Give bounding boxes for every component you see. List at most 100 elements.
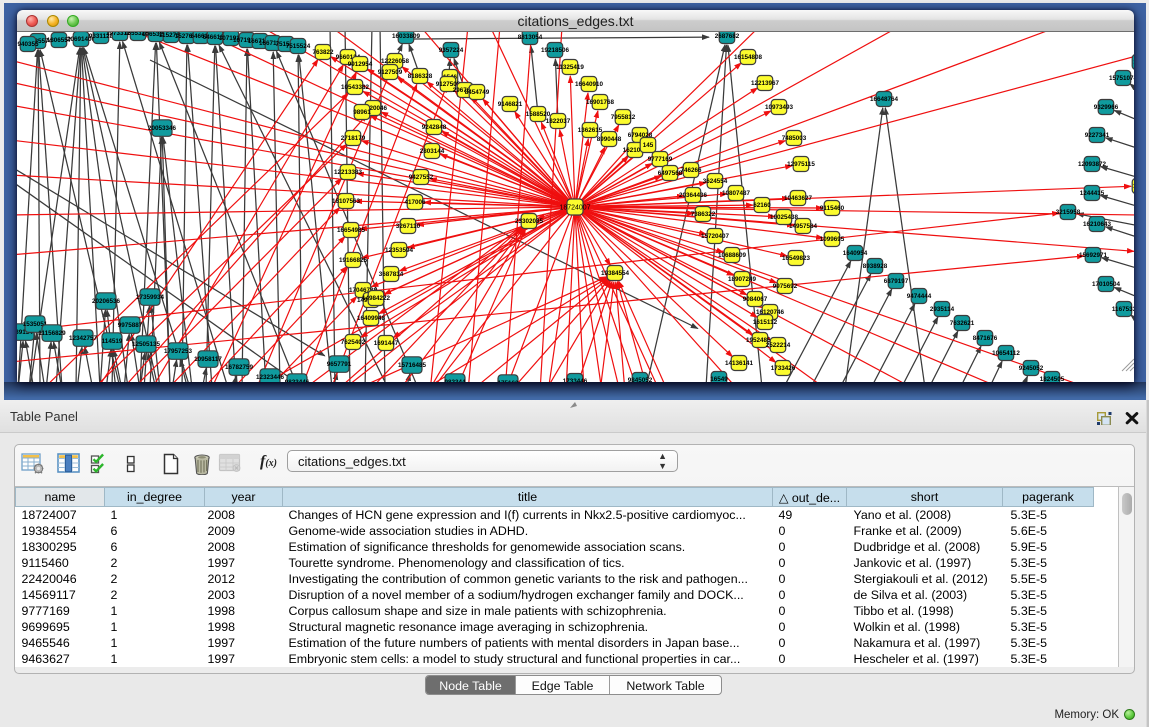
svg-text:10973493: 10973493	[765, 104, 794, 111]
svg-text:9245052: 9245052	[1019, 365, 1044, 372]
svg-text:2803144: 2803144	[420, 148, 445, 155]
svg-text:10463627: 10463627	[784, 195, 813, 202]
svg-text:1588520: 1588520	[526, 111, 551, 118]
svg-text:12323446: 12323446	[256, 374, 285, 381]
svg-text:1733446: 1733446	[563, 378, 588, 382]
svg-text:1733426: 1733426	[771, 365, 796, 372]
svg-text:9777169: 9777169	[648, 156, 673, 163]
svg-text:16549: 16549	[710, 376, 728, 382]
svg-text:9357224: 9357224	[439, 47, 464, 54]
svg-text:9975692: 9975692	[773, 283, 798, 290]
svg-text:16648764: 16648764	[870, 96, 899, 103]
svg-text:15716485: 15716485	[398, 362, 427, 369]
svg-text:12975115: 12975115	[787, 161, 815, 168]
svg-text:9823446: 9823446	[285, 379, 310, 382]
svg-text:1244415: 1244415	[1080, 190, 1105, 197]
svg-text:9084067: 9084067	[743, 296, 768, 303]
svg-text:10025438: 10025438	[770, 214, 799, 221]
svg-text:9127509: 9127509	[378, 69, 403, 76]
svg-text:7485003: 7485003	[782, 135, 807, 142]
svg-text:10654112: 10654112	[992, 350, 1020, 357]
svg-text:763822: 763822	[312, 49, 334, 56]
svg-text:940355: 940355	[17, 41, 39, 48]
svg-text:8990448: 8990448	[597, 136, 622, 143]
svg-text:982344: 982344	[444, 379, 466, 382]
svg-text:7625402: 7625402	[341, 339, 366, 346]
svg-text:3267110: 3267110	[396, 223, 421, 230]
svg-text:19166825: 19166825	[339, 257, 368, 264]
svg-text:9975887: 9975887	[118, 322, 143, 329]
svg-text:1691447: 1691447	[374, 340, 399, 347]
svg-text:20053346: 20053346	[148, 125, 177, 132]
svg-text:12505135: 12505135	[132, 341, 161, 348]
svg-text:6879197: 6879197	[884, 278, 909, 285]
svg-text:16654985: 16654985	[337, 227, 366, 234]
svg-text:3687834: 3687834	[379, 271, 404, 278]
svg-text:9657791: 9657791	[327, 361, 352, 368]
svg-text:12213383: 12213383	[334, 169, 363, 176]
svg-text:3624554: 3624554	[703, 178, 728, 185]
svg-text:1112: 1112	[1133, 59, 1134, 66]
svg-text:8454749: 8454749	[465, 89, 490, 96]
svg-text:7632621: 7632621	[950, 320, 975, 327]
svg-text:98961: 98961	[353, 109, 371, 116]
svg-text:15751074: 15751074	[1109, 75, 1134, 82]
svg-text:16782759: 16782759	[225, 364, 254, 371]
svg-text:1824505: 1824505	[1040, 376, 1065, 382]
svg-text:1640954: 1640954	[843, 250, 868, 257]
svg-text:14136141: 14136141	[725, 360, 754, 367]
svg-text:2718179: 2718179	[341, 135, 366, 142]
svg-text:9242848: 9242848	[422, 124, 447, 131]
svg-text:6497568: 6497568	[658, 170, 683, 177]
svg-text:20206536: 20206536	[92, 298, 121, 305]
svg-text:14984222: 14984222	[362, 295, 391, 302]
svg-text:12093872: 12093872	[1078, 161, 1107, 168]
svg-text:3215958: 3215958	[1056, 209, 1081, 216]
svg-text:9329966: 9329966	[1094, 104, 1119, 111]
svg-text:7515524: 7515524	[286, 43, 311, 50]
svg-text:9912954: 9912954	[348, 61, 373, 68]
svg-text:12353594: 12353594	[385, 247, 414, 254]
svg-text:16549823: 16549823	[782, 255, 811, 262]
svg-text:2687682: 2687682	[715, 33, 740, 40]
svg-text:10688609: 10688609	[718, 252, 747, 259]
svg-text:19384554: 19384554	[601, 270, 630, 277]
svg-text:16107563: 16107563	[332, 198, 361, 205]
svg-text:1277: 1277	[1133, 183, 1134, 190]
svg-text:746266: 746266	[680, 167, 702, 174]
svg-text:10543382: 10543382	[341, 84, 370, 91]
svg-text:14957584: 14957584	[789, 223, 818, 230]
svg-text:9427552: 9427552	[409, 174, 434, 181]
svg-text:1167533: 1167533	[1112, 306, 1134, 313]
svg-text:62160: 62160	[753, 202, 771, 209]
svg-text:1822037: 1822037	[546, 118, 571, 125]
svg-text:11156829: 11156829	[38, 330, 66, 337]
svg-text:9845052: 9845052	[628, 377, 653, 382]
svg-text:12213967: 12213967	[751, 80, 780, 87]
svg-text:10958117: 10958117	[194, 356, 222, 363]
svg-text:17957253: 17957253	[164, 348, 193, 355]
svg-text:175162: 175162	[497, 380, 519, 382]
svg-text:9115460: 9115460	[820, 205, 845, 212]
svg-text:17359934: 17359934	[136, 294, 165, 301]
svg-text:7955812: 7955812	[611, 114, 636, 121]
svg-text:1362615: 1362615	[578, 127, 603, 134]
svg-text:18907249: 18907249	[728, 276, 757, 283]
svg-text:18724007: 18724007	[559, 204, 590, 211]
svg-text:16640910: 16640910	[575, 81, 604, 88]
svg-text:8186328: 8186328	[408, 73, 433, 80]
svg-text:16409948: 16409948	[357, 315, 386, 322]
svg-text:15692971: 15692971	[1079, 252, 1108, 259]
svg-text:417006: 417006	[404, 199, 426, 206]
svg-text:1099695: 1099695	[820, 236, 845, 243]
svg-text:12342757: 12342757	[69, 335, 98, 342]
svg-text:16901768: 16901768	[586, 99, 615, 106]
svg-text:8813054: 8813054	[518, 34, 543, 41]
svg-text:8938928: 8938928	[863, 263, 888, 270]
svg-text:19218506: 19218506	[541, 47, 570, 54]
svg-text:9146821: 9146821	[498, 101, 523, 108]
svg-text:9227341: 9227341	[1085, 132, 1110, 139]
svg-text:10807487: 10807487	[722, 190, 751, 197]
svg-text:20364436: 20364436	[679, 192, 708, 199]
svg-text:16033809: 16033809	[392, 33, 421, 40]
